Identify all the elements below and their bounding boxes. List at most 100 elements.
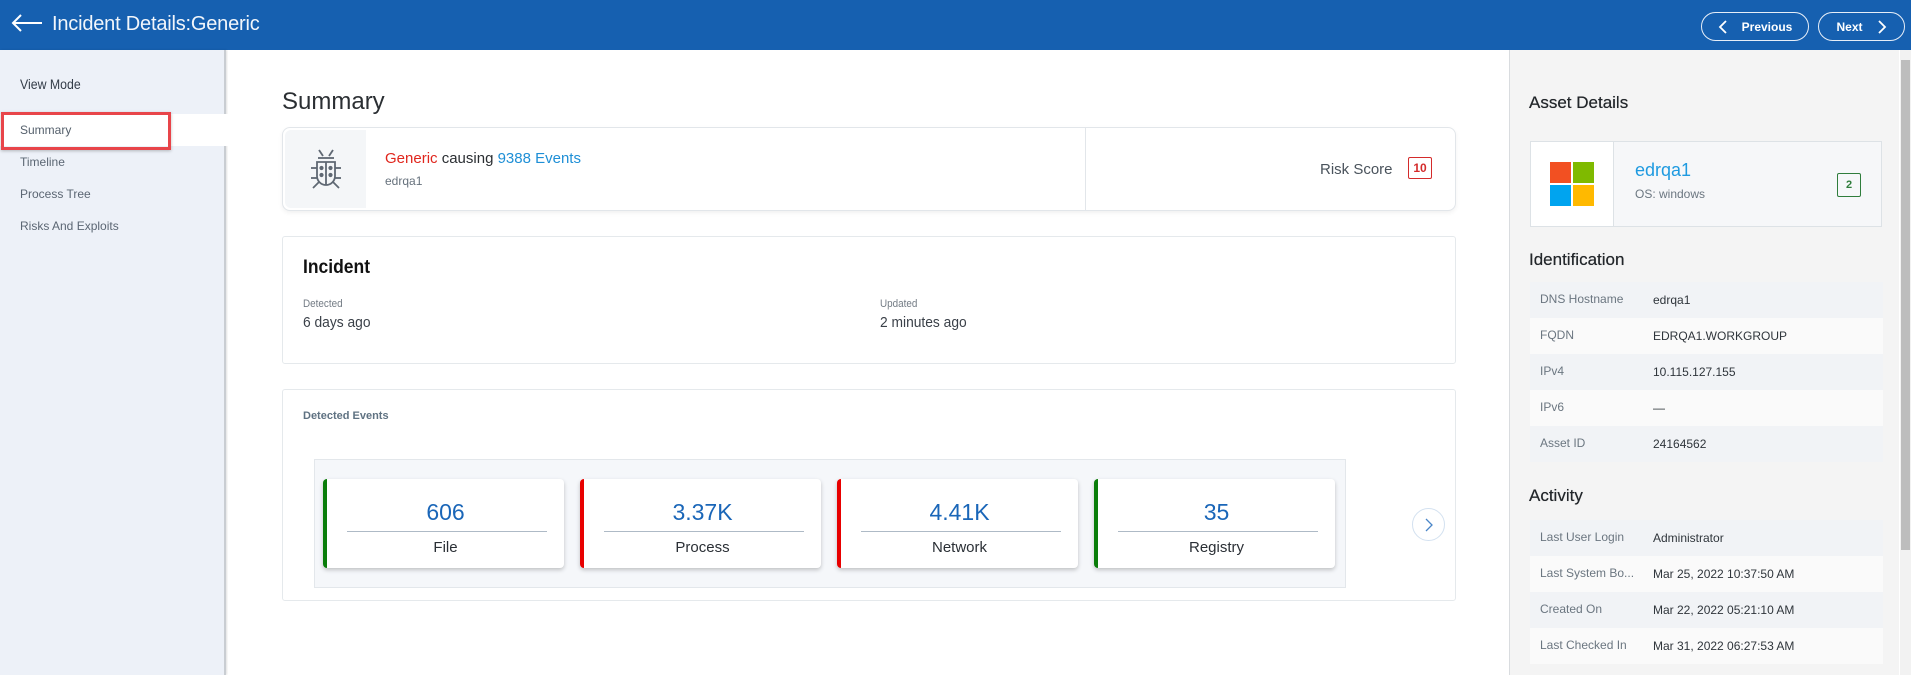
row-key: Last System Bo... xyxy=(1540,566,1635,580)
row-key: FQDN xyxy=(1540,328,1574,342)
logo-square xyxy=(1573,162,1594,183)
identification-heading: Identification xyxy=(1529,250,1625,269)
row-key: Last User Login xyxy=(1540,530,1625,544)
risk-score-label: Risk Score xyxy=(1320,161,1393,178)
scrollbar[interactable] xyxy=(1900,50,1911,675)
chevron-right-icon xyxy=(1425,518,1433,531)
divider xyxy=(1118,531,1318,532)
event-count: 35 xyxy=(1203,499,1230,525)
previous-button[interactable]: Previous xyxy=(1701,12,1809,41)
threat-name: Generic xyxy=(385,150,438,167)
page-title: Incident Details:Generic xyxy=(52,13,260,35)
detected-label: Detected xyxy=(303,298,343,310)
table-row: DNS Hostname edrqa1 xyxy=(1530,282,1883,318)
updated-label: Updated xyxy=(880,298,918,310)
table-row: FQDN EDRQA1.WORKGROUP xyxy=(1530,318,1883,354)
sidebar-item-summary[interactable]: Summary xyxy=(0,114,228,146)
activity-heading: Activity xyxy=(1529,486,1583,505)
row-value: Mar 22, 2022 05:21:10 AM xyxy=(1653,603,1795,617)
threat-icon-box xyxy=(285,130,366,208)
windows-logo-icon xyxy=(1550,162,1594,206)
table-row: IPv6 — xyxy=(1530,390,1883,426)
row-value: Mar 31, 2022 06:27:53 AM xyxy=(1653,639,1795,653)
threat-headline: Generic causing 9388 Events xyxy=(385,150,581,167)
table-row: Last System Bo... Mar 25, 2022 10:37:50 … xyxy=(1530,556,1883,592)
table-row: Created On Mar 22, 2022 05:21:10 AM xyxy=(1530,592,1883,628)
top-bar: Incident Details:Generic Previous Next xyxy=(0,0,1911,50)
table-row: IPv4 10.115.127.155 xyxy=(1530,354,1883,390)
row-value: edrqa1 xyxy=(1653,293,1691,307)
identification-table: DNS Hostname edrqa1 FQDN EDRQA1.WORKGROU… xyxy=(1530,282,1883,462)
bug-icon xyxy=(310,149,341,189)
asset-name-link[interactable]: edrqa1 xyxy=(1635,160,1691,181)
event-type: Registry xyxy=(1188,539,1244,556)
card-divider xyxy=(1085,128,1086,210)
event-count: 606 xyxy=(426,499,465,525)
events-count-link[interactable]: 9388 Events xyxy=(498,150,581,167)
asset-count-badge: 2 xyxy=(1837,173,1861,197)
event-type: Process xyxy=(675,539,730,556)
previous-label: Previous xyxy=(1741,19,1793,34)
divider xyxy=(604,531,804,532)
summary-card: Generic causing 9388 Events edrqa1 Risk … xyxy=(282,127,1456,211)
asset-card: edrqa1 OS: windows 2 xyxy=(1530,141,1882,227)
row-value: Administrator xyxy=(1653,531,1724,545)
causing-text: causing xyxy=(441,150,494,167)
row-key: Created On xyxy=(1540,602,1603,616)
row-key: IPv4 xyxy=(1540,364,1565,378)
event-card-registry[interactable]: 35 Registry xyxy=(1094,479,1335,568)
scrollbar-thumb[interactable] xyxy=(1901,60,1910,550)
next-label: Next xyxy=(1836,19,1863,34)
row-key: DNS Hostname xyxy=(1540,292,1624,306)
next-button[interactable]: Next xyxy=(1818,12,1905,41)
divider xyxy=(861,531,1061,532)
main-content: Summary Generic causing 9388 Events edrq… xyxy=(228,50,1508,675)
risk-score-badge: 10 xyxy=(1408,157,1432,179)
sidebar-item-process-tree[interactable]: Process Tree xyxy=(0,178,228,210)
event-count: 3.37K xyxy=(672,499,733,525)
event-count: 4.41K xyxy=(929,499,990,525)
table-row: Asset ID 24164562 xyxy=(1530,426,1883,462)
divider xyxy=(347,531,547,532)
updated-value: 2 minutes ago xyxy=(880,314,967,331)
table-row: Last Checked In Mar 31, 2022 06:27:53 AM xyxy=(1530,628,1883,664)
incident-card: Incident Detected 6 days ago Updated 2 m… xyxy=(282,236,1456,364)
sidebar: View Mode Summary Timeline Process Tree … xyxy=(0,50,228,675)
incident-heading: Incident xyxy=(303,257,371,278)
chevron-right-icon xyxy=(1877,19,1886,34)
row-key: Asset ID xyxy=(1540,436,1586,450)
row-key: IPv6 xyxy=(1540,400,1565,414)
event-card-process[interactable]: 3.37K Process xyxy=(580,479,821,568)
events-carousel: 606 File 3.37K Process 4.41K Network 35 … xyxy=(314,459,1346,588)
asset-panel: Asset Details edrqa1 OS: windows 2 Ident… xyxy=(1509,50,1899,675)
row-value: 24164562 xyxy=(1653,437,1707,451)
activity-table: Last User Login Administrator Last Syste… xyxy=(1530,520,1883,664)
event-type: Network xyxy=(931,539,987,556)
logo-square xyxy=(1573,185,1594,206)
row-key: Last Checked In xyxy=(1540,638,1627,652)
detected-events-card: Detected Events 606 File 3.37K Process 4… xyxy=(282,389,1456,601)
detected-value: 6 days ago xyxy=(303,314,371,331)
row-value: EDRQA1.WORKGROUP xyxy=(1653,329,1788,343)
host-name: edrqa1 xyxy=(385,174,423,188)
table-row: Last User Login Administrator xyxy=(1530,520,1883,556)
event-type: File xyxy=(433,539,458,556)
asset-os: OS: windows xyxy=(1635,187,1706,201)
row-value: Mar 25, 2022 10:37:50 AM xyxy=(1653,567,1795,581)
os-logo-box xyxy=(1531,142,1614,226)
event-card-network[interactable]: 4.41K Network xyxy=(837,479,1078,568)
row-value: — xyxy=(1653,401,1665,415)
logo-square xyxy=(1550,185,1571,206)
back-arrow-icon[interactable] xyxy=(10,10,44,36)
carousel-next-button[interactable] xyxy=(1412,508,1445,541)
chevron-left-icon xyxy=(1718,19,1727,34)
sidebar-item-timeline[interactable]: Timeline xyxy=(0,146,228,178)
event-card-file[interactable]: 606 File xyxy=(323,479,564,568)
sidebar-item-risks-and-exploits[interactable]: Risks And Exploits xyxy=(0,210,228,242)
asset-details-heading: Asset Details xyxy=(1529,93,1629,112)
row-value: 10.115.127.155 xyxy=(1653,365,1736,379)
detected-events-heading: Detected Events xyxy=(303,410,389,422)
logo-square xyxy=(1550,162,1571,183)
summary-heading: Summary xyxy=(282,88,385,115)
sidebar-title: View Mode xyxy=(20,76,81,92)
